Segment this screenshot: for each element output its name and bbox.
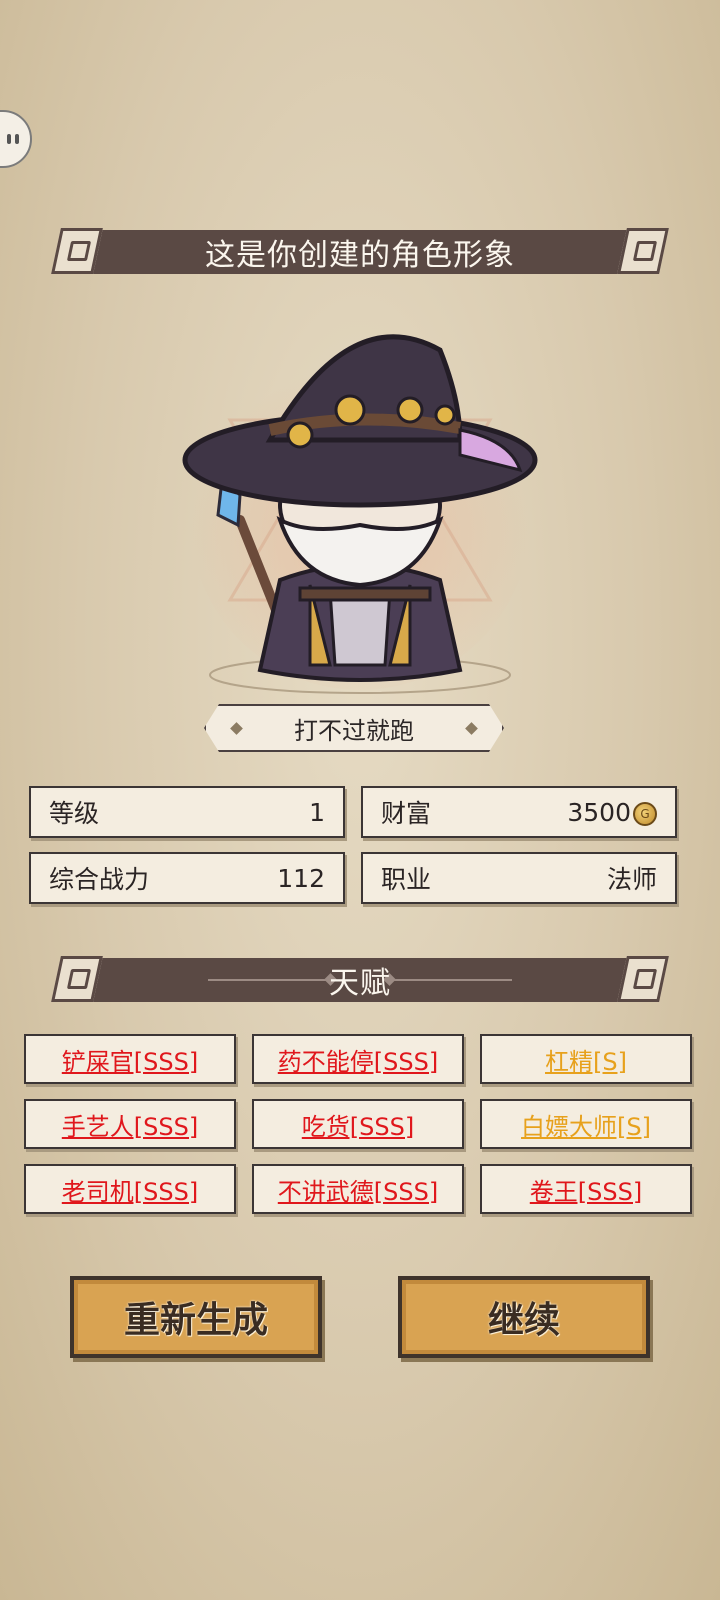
stat-job-label: 职业	[381, 865, 432, 894]
diamond-icon	[230, 722, 243, 735]
header-banner: 这是你创建的角色形象	[48, 228, 672, 276]
stat-power-value: 112	[277, 863, 325, 893]
floating-menu-button[interactable]	[0, 110, 32, 168]
talents-banner: 天赋	[48, 956, 672, 1004]
stat-level-value: 1	[309, 797, 325, 827]
diamond-icon	[465, 722, 478, 735]
stat-power: 综合战力 112	[29, 852, 345, 904]
talent-item[interactable]: 药不能停[SSS]	[252, 1034, 464, 1084]
page-title: 这是你创建的角色形象	[205, 238, 515, 273]
talent-item[interactable]: 老司机[SSS]	[24, 1164, 236, 1214]
talent-item[interactable]: 吃货[SSS]	[252, 1099, 464, 1149]
talent-item[interactable]: 铲屎官[SSS]	[24, 1034, 236, 1084]
stat-wealth-value-wrap: 3500 G	[567, 798, 657, 827]
regenerate-button[interactable]: 重新生成	[70, 1276, 322, 1358]
stat-job: 职业 法师	[361, 852, 677, 904]
talents-title: 天赋	[329, 966, 391, 1001]
talent-item[interactable]: 卷王[SSS]	[480, 1164, 692, 1214]
stat-power-label: 综合战力	[49, 865, 150, 894]
talent-item[interactable]: 不讲武德[SSS]	[252, 1164, 464, 1214]
menu-dot	[15, 134, 19, 144]
stat-level: 等级 1	[29, 786, 345, 838]
stat-wealth-label: 财富	[381, 799, 432, 828]
stat-job-value: 法师	[606, 865, 657, 894]
talent-item[interactable]: 杠精[S]	[480, 1034, 692, 1084]
coin-icon: G	[633, 801, 657, 826]
wizard-character-image	[182, 334, 538, 694]
talent-item[interactable]: 手艺人[SSS]	[24, 1099, 236, 1149]
stat-level-label: 等级	[49, 799, 100, 828]
talent-item[interactable]: 白嫖大师[S]	[480, 1099, 692, 1149]
stat-wealth-value: 3500	[567, 797, 631, 827]
stat-wealth: 财富 3500 G	[361, 786, 677, 838]
continue-button[interactable]: 继续	[398, 1276, 650, 1358]
menu-dot	[7, 134, 11, 144]
character-name-plate: 打不过就跑	[204, 704, 504, 752]
character-name: 打不过就跑	[294, 716, 414, 745]
